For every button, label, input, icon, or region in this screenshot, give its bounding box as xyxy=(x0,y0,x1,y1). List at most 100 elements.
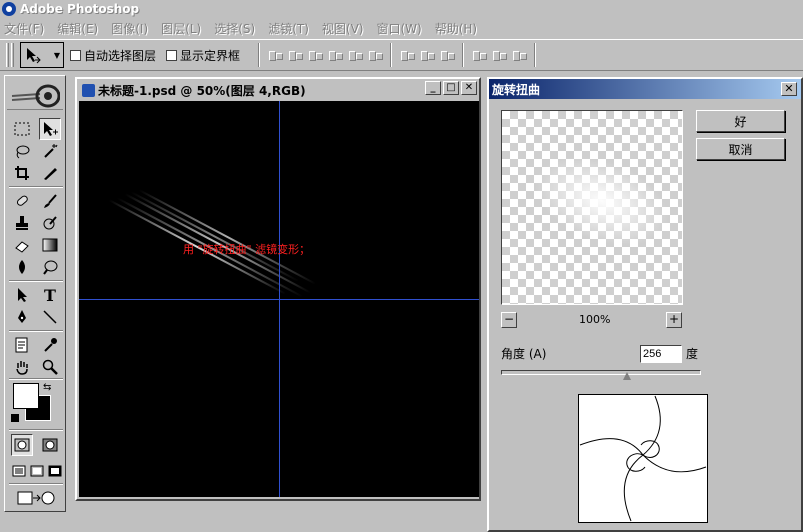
menu-layer[interactable]: 图层(L) xyxy=(161,20,201,37)
hand-icon[interactable] xyxy=(11,356,33,378)
options-separator xyxy=(258,43,261,67)
options-separator-2 xyxy=(390,43,393,67)
show-bounds-checkbox[interactable]: 显示定界框 xyxy=(166,47,240,64)
eyedropper-icon[interactable] xyxy=(39,334,61,356)
jump-to-imageready-icon[interactable] xyxy=(11,487,61,509)
distribute-hcenter-icon[interactable] xyxy=(492,49,508,61)
zoom-in-icon: + xyxy=(668,312,680,326)
app-title: Adobe Photoshop xyxy=(20,2,140,16)
zoom-out-icon: − xyxy=(503,312,515,326)
blur-icon[interactable] xyxy=(11,256,33,278)
move-icon[interactable] xyxy=(39,118,61,140)
angle-slider-track[interactable] xyxy=(501,370,701,375)
menu-edit[interactable]: 编辑(E) xyxy=(57,20,98,37)
menu-view[interactable]: 视图(V) xyxy=(322,20,364,37)
dialog-title: 旋转扭曲 xyxy=(492,82,541,97)
document-canvas[interactable]: 用 "旋转扭曲" 滤镜变形； xyxy=(79,101,479,497)
crop-icon[interactable] xyxy=(11,162,33,184)
auto-select-layer-label: 自动选择图层 xyxy=(84,48,157,63)
dodge-icon[interactable] xyxy=(39,256,61,278)
menu-bar: 文件(F) 编辑(E) 图像(I) 图层(L) 选择(S) 滤镜(T) 视图(V… xyxy=(0,18,803,38)
auto-select-layer-box[interactable] xyxy=(70,49,81,61)
pen-icon[interactable] xyxy=(11,306,33,328)
cancel-button[interactable]: 取消 xyxy=(696,138,785,160)
options-separator-3 xyxy=(462,43,465,67)
ok-button[interactable]: 好 xyxy=(696,110,785,132)
foreground-color-swatch[interactable] xyxy=(13,383,39,409)
auto-select-layer-checkbox[interactable]: 自动选择图层 xyxy=(70,47,156,64)
zoom-out-button[interactable]: − xyxy=(501,312,517,328)
menu-help[interactable]: 帮助(H) xyxy=(435,20,477,37)
tool-row-4 xyxy=(11,190,61,212)
angle-unit-label: 度 xyxy=(686,347,699,361)
dialog-titlebar[interactable]: 旋转扭曲 xyxy=(489,79,801,99)
tool-row-3 xyxy=(11,162,61,184)
align-hcenter-icon[interactable] xyxy=(348,49,364,61)
path-select-icon[interactable] xyxy=(11,284,33,306)
history-brush-icon[interactable] xyxy=(39,212,61,234)
distribute-h-group xyxy=(472,49,528,61)
document-icon xyxy=(82,83,95,97)
line-icon[interactable] xyxy=(39,306,61,328)
menu-filter[interactable]: 滤镜(T) xyxy=(268,20,309,37)
tool-row-11 xyxy=(11,356,61,378)
angle-label: 角度 (A) xyxy=(501,347,547,361)
menu-image[interactable]: 图像(I) xyxy=(111,20,148,37)
options-grip[interactable] xyxy=(6,43,9,67)
marquee-icon[interactable] xyxy=(11,118,33,140)
chevron-down-icon: ▼ xyxy=(53,50,60,60)
menu-select[interactable]: 选择(S) xyxy=(214,20,255,37)
notes-icon[interactable] xyxy=(11,334,33,356)
gradient-icon[interactable] xyxy=(39,234,61,256)
align-left-icon[interactable] xyxy=(328,49,344,61)
default-colors-icon[interactable] xyxy=(11,414,19,422)
distribute-vcenter-icon[interactable] xyxy=(420,49,436,61)
document-titlebar[interactable]: 未标题-1.psd @ 50%(图层 4,RGB) xyxy=(79,81,477,99)
align-vcenter-icon[interactable] xyxy=(288,49,304,61)
options-separator-4 xyxy=(534,43,537,67)
align-right-icon[interactable] xyxy=(368,49,384,61)
screen-mode-full-menu-icon[interactable] xyxy=(29,460,45,482)
close-button[interactable]: ✕ xyxy=(461,81,477,95)
light-streak xyxy=(130,191,300,283)
minimize-button[interactable]: _ xyxy=(425,81,441,95)
zoom-in-button[interactable]: + xyxy=(666,312,682,328)
distribute-top-icon[interactable] xyxy=(400,49,416,61)
angle-input[interactable] xyxy=(640,345,682,363)
screen-mode-standard-icon[interactable] xyxy=(11,460,27,482)
dialog-close-button[interactable]: ✕ xyxy=(781,82,797,96)
tool-preset-picker[interactable]: ▼ xyxy=(20,42,64,68)
distribute-right-icon[interactable] xyxy=(512,49,528,61)
angle-slider-thumb[interactable] xyxy=(623,372,632,381)
show-bounds-box[interactable] xyxy=(166,49,178,61)
align-top-icon[interactable] xyxy=(268,49,284,61)
tool-row-8: T xyxy=(11,284,61,306)
brush-icon[interactable] xyxy=(39,190,61,212)
adobe-eye-logo-icon[interactable] xyxy=(7,80,63,110)
filter-preview[interactable] xyxy=(501,110,683,305)
horizontal-guide[interactable] xyxy=(79,299,479,300)
screen-mode-row xyxy=(11,460,63,482)
maximize-button[interactable]: □ xyxy=(443,81,459,95)
distribute-left-icon[interactable] xyxy=(472,49,488,61)
jump-row xyxy=(11,487,61,509)
menu-file[interactable]: 文件(F) xyxy=(4,20,44,37)
type-icon[interactable]: T xyxy=(39,284,61,306)
toolbox-divider-4 xyxy=(9,378,63,380)
lasso-icon[interactable] xyxy=(11,140,33,162)
healing-brush-icon[interactable] xyxy=(11,190,33,212)
tool-row-10 xyxy=(11,334,61,356)
menu-window[interactable]: 窗口(W) xyxy=(376,20,421,37)
clone-stamp-icon[interactable] xyxy=(11,212,33,234)
quick-mask-icon[interactable] xyxy=(39,434,61,456)
align-bottom-icon[interactable] xyxy=(308,49,324,61)
standard-mode-icon[interactable] xyxy=(11,434,33,456)
magic-wand-icon[interactable] xyxy=(39,140,61,162)
swap-colors-icon[interactable]: ⇆ xyxy=(43,382,51,393)
slice-icon[interactable] xyxy=(39,162,61,184)
screen-mode-full-icon[interactable] xyxy=(47,460,63,482)
zoom-icon[interactable] xyxy=(39,356,61,378)
distribute-bottom-icon[interactable] xyxy=(440,49,456,61)
eraser-icon[interactable] xyxy=(11,234,33,256)
tool-row-7 xyxy=(11,256,61,278)
